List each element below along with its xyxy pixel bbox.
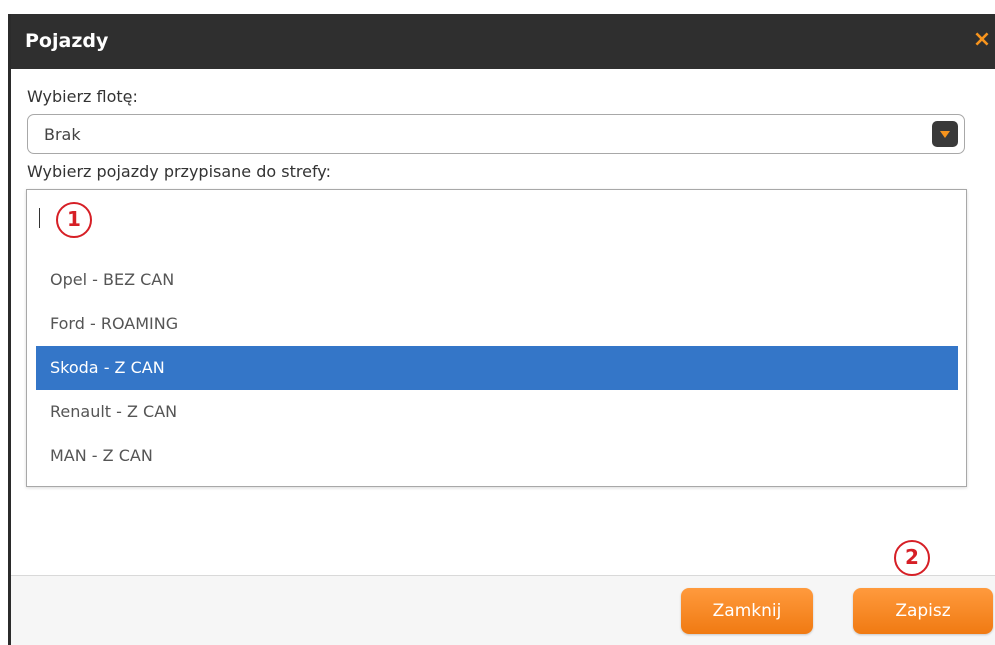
close-icon[interactable]: × (971, 28, 993, 52)
annotation-marker-1: 1 (56, 202, 92, 238)
dialog-footer (11, 576, 995, 645)
close-button[interactable]: Zamknij (681, 588, 813, 634)
vehicle-option[interactable]: MAN - Z CAN (36, 434, 958, 478)
dialog-title: Pojazdy (25, 30, 109, 52)
fleet-label: Wybierz flotę: (27, 87, 138, 106)
dialog-titlebar: Pojazdy × (11, 14, 995, 69)
vehicle-option[interactable]: Renault - Z CAN (36, 390, 958, 434)
vehicles-label: Wybierz pojazdy przypisane do strefy: (27, 162, 331, 181)
vehicle-option[interactable]: Ford - ROAMING (36, 302, 958, 346)
vehicles-listbox[interactable]: 1 Opel - BEZ CAN Ford - ROAMING Skoda - … (26, 189, 967, 487)
fleet-selected-value: Brak (44, 125, 81, 144)
save-button[interactable]: Zapisz (853, 588, 993, 634)
vehicles-options-list: Opel - BEZ CAN Ford - ROAMING Skoda - Z … (36, 258, 958, 478)
annotation-marker-2: 2 (894, 540, 930, 576)
vehicle-option[interactable]: Opel - BEZ CAN (36, 258, 958, 302)
vehicles-dialog: Pojazdy × Wybierz flotę: Brak Wybierz po… (8, 14, 995, 645)
text-caret (39, 208, 40, 228)
fleet-select[interactable]: Brak (27, 114, 965, 154)
chevron-down-icon[interactable] (932, 121, 958, 147)
vehicle-option-selected[interactable]: Skoda - Z CAN (36, 346, 958, 390)
vehicles-search-input[interactable] (35, 200, 959, 238)
